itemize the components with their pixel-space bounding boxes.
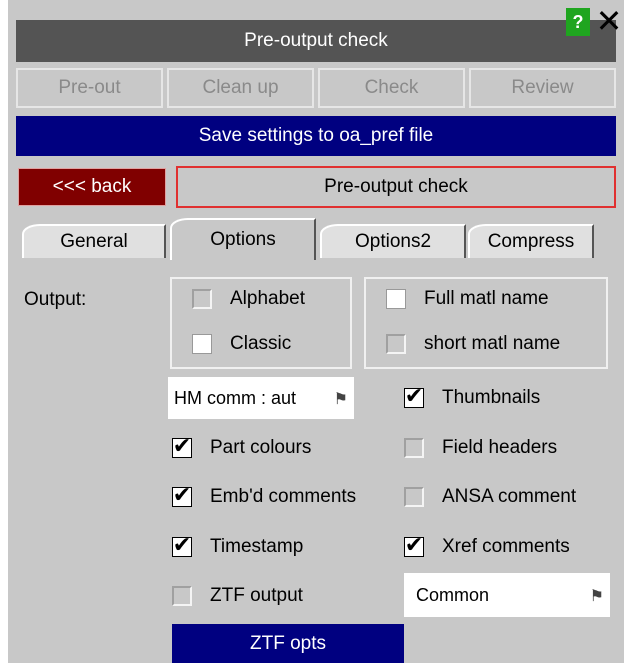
- timestamp-checkbox[interactable]: ✔: [172, 535, 192, 557]
- back-button[interactable]: <<< back: [18, 168, 166, 206]
- save-settings-button[interactable]: Save settings to oa_pref file: [16, 116, 616, 156]
- ztf-opts-button[interactable]: ZTF opts: [172, 624, 404, 663]
- embd-comments-label: Emb'd comments: [210, 486, 357, 507]
- hm-comm-select[interactable]: HM comm : aut ⚑: [168, 377, 354, 419]
- hm-comm-value: HM comm : aut: [174, 387, 297, 408]
- classic-checkbox[interactable]: [192, 334, 212, 354]
- timestamp-label: Timestamp: [210, 536, 304, 557]
- short-matl-name-checkbox[interactable]: [386, 334, 406, 354]
- common-select-value: Common: [416, 584, 490, 605]
- short-matl-name-label: short matl name: [424, 333, 561, 354]
- thumbnails-label: Thumbnails: [442, 387, 541, 408]
- clean-up-button[interactable]: Clean up: [167, 68, 314, 108]
- mode-label: Pre-output check: [176, 166, 616, 208]
- thumbnails-checkbox[interactable]: ✔: [404, 386, 424, 408]
- common-select[interactable]: Common ⚑: [404, 573, 610, 617]
- ztf-output-option[interactable]: ZTF output: [172, 585, 303, 607]
- ansa-comment-label: ANSA comment: [442, 486, 577, 507]
- close-button[interactable]: ✕: [594, 4, 624, 38]
- help-button[interactable]: ?: [566, 8, 590, 36]
- field-headers-checkbox[interactable]: [404, 438, 424, 458]
- toolbar: Pre-out Clean up Check Review: [16, 68, 616, 108]
- tab-options[interactable]: Options: [170, 218, 316, 260]
- ansa-comment-checkbox[interactable]: [404, 487, 424, 507]
- tab-compress[interactable]: Compress: [468, 224, 594, 258]
- full-matl-name-label: Full matl name: [424, 288, 549, 309]
- timestamp-option[interactable]: ✔ Timestamp: [172, 535, 304, 558]
- ztf-output-label: ZTF output: [210, 585, 303, 606]
- part-colours-option[interactable]: ✔ Part colours: [172, 436, 312, 459]
- tab-general[interactable]: General: [22, 224, 166, 258]
- full-matl-name-option[interactable]: Full matl name: [386, 288, 549, 310]
- ztf-output-checkbox[interactable]: [172, 586, 192, 606]
- embd-comments-checkbox[interactable]: ✔: [172, 485, 192, 507]
- alphabet-checkbox[interactable]: [192, 289, 212, 309]
- part-colours-checkbox[interactable]: ✔: [172, 436, 192, 458]
- xref-comments-option[interactable]: ✔ Xref comments: [404, 535, 570, 558]
- part-colours-label: Part colours: [210, 437, 312, 458]
- pre-out-button[interactable]: Pre-out: [16, 68, 163, 108]
- field-headers-option[interactable]: Field headers: [404, 437, 557, 459]
- classic-option[interactable]: Classic: [192, 333, 291, 355]
- flag-icon: ⚑: [333, 388, 348, 408]
- close-icon: ✕: [595, 2, 623, 40]
- alphabet-label: Alphabet: [230, 288, 306, 309]
- field-headers-label: Field headers: [442, 437, 558, 458]
- ansa-comment-option[interactable]: ANSA comment: [404, 486, 576, 508]
- check-button[interactable]: Check: [318, 68, 465, 108]
- window-title: Pre-output check: [16, 20, 616, 62]
- xref-comments-checkbox[interactable]: ✔: [404, 535, 424, 557]
- review-button[interactable]: Review: [469, 68, 616, 108]
- full-matl-name-checkbox[interactable]: [386, 289, 406, 309]
- tab-bar: General Options Options2 Compress: [22, 214, 618, 260]
- output-label: Output:: [24, 289, 87, 310]
- xref-comments-label: Xref comments: [442, 536, 570, 557]
- alphabet-option[interactable]: Alphabet: [192, 288, 305, 310]
- classic-label: Classic: [230, 333, 292, 354]
- short-matl-name-option[interactable]: short matl name: [386, 333, 560, 355]
- flag-icon: ⚑: [589, 585, 604, 605]
- embd-comments-option[interactable]: ✔ Emb'd comments: [172, 485, 357, 508]
- tab-options2[interactable]: Options2: [320, 224, 466, 258]
- thumbnails-option[interactable]: ✔ Thumbnails: [404, 386, 541, 409]
